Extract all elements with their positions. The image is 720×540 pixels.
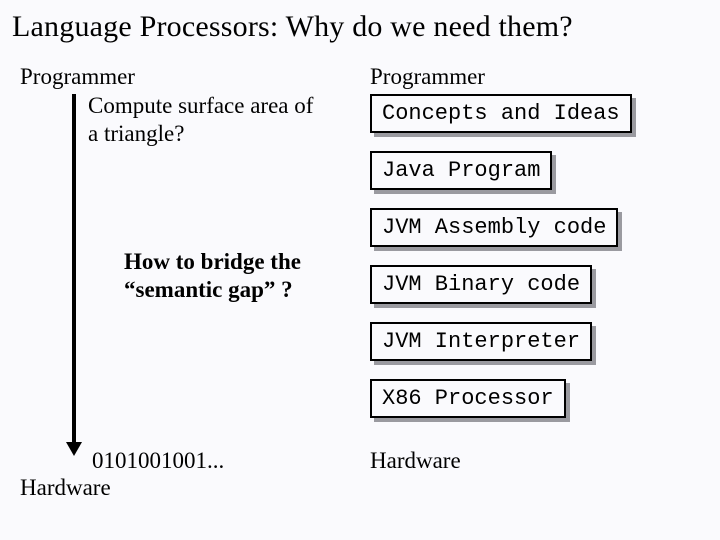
question-line2: a triangle? xyxy=(88,121,184,146)
programmer-label-left: Programmer xyxy=(20,64,360,90)
programmer-label-right: Programmer xyxy=(370,64,700,90)
hardware-label-right: Hardware xyxy=(370,448,700,474)
binary-text: 0101001001... xyxy=(92,448,224,474)
triangle-question: Compute surface area of a triangle? xyxy=(88,92,338,147)
bridge-line2: “semantic gap” ? xyxy=(124,277,293,302)
down-arrow-icon xyxy=(72,94,76,454)
box-concepts: Concepts and Ideas xyxy=(370,94,632,133)
question-line1: Compute surface area of xyxy=(88,93,313,118)
left-column: Programmer Compute surface area of a tri… xyxy=(20,64,360,147)
pipeline-boxes: Concepts and Ideas Java Program JVM Asse… xyxy=(370,94,700,436)
right-column: Programmer Concepts and Ideas Java Progr… xyxy=(370,64,700,474)
box-java-program: Java Program xyxy=(370,151,552,190)
box-jvm-interpreter: JVM Interpreter xyxy=(370,322,592,361)
box-jvm-assembly: JVM Assembly code xyxy=(370,208,618,247)
bridge-line1: How to bridge the xyxy=(124,249,301,274)
slide-title: Language Processors: Why do we need them… xyxy=(12,10,573,44)
box-x86-processor: X86 Processor xyxy=(370,379,566,418)
hardware-label-left: Hardware xyxy=(20,475,111,501)
semantic-gap-text: How to bridge the “semantic gap” ? xyxy=(124,248,301,303)
box-jvm-binary: JVM Binary code xyxy=(370,265,592,304)
